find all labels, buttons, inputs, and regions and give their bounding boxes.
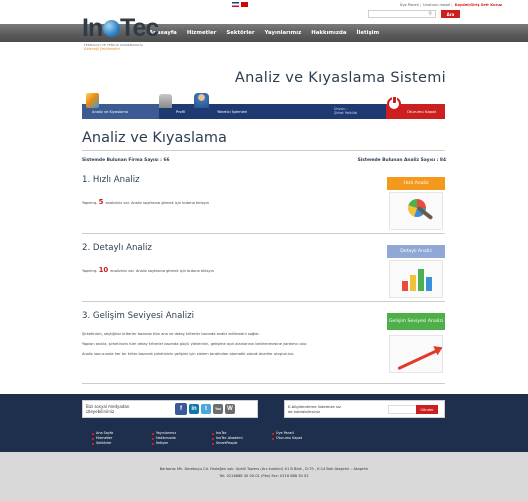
section-description-line: Yapılan analiz, şirketinizin tüm detay k… — [82, 342, 308, 346]
firm-count: Sistemde Bulunan Firma Sayısı : 66 — [82, 158, 170, 163]
top-links: Üye Paneli| Unutunu mosel| Kaydet/Giriş … — [399, 3, 502, 7]
main-nav: Anasayfa Hizmetler Sektörler Yayınlarımı… — [0, 24, 528, 42]
facebook-icon[interactable]: f — [175, 403, 187, 415]
analysis-count-value: 5 — [98, 198, 104, 206]
footer-link[interactable]: Sektörler — [92, 441, 152, 446]
development-analysis-section: 3. Gelişim Seviyesi Analizi Şirketinizin… — [82, 308, 445, 384]
footer-link[interactable]: İletişim — [152, 441, 212, 446]
section-description-line: Analiz sonucunda her bir kriter bazında … — [82, 352, 295, 356]
logo-tagline: Geleceği Şekillendirir — [84, 47, 120, 51]
analysis-chart-icon — [86, 93, 99, 108]
detailed-analysis-button[interactable]: Detaylı Analiz — [387, 245, 445, 258]
nav-item-about[interactable]: Hakkımızda — [311, 30, 346, 36]
detailed-analysis-section: 2. Detaylı Analiz Yapılmış 10 analiziniz v… — [82, 240, 445, 302]
power-icon[interactable] — [387, 96, 401, 111]
wordpress-icon[interactable]: W — [225, 404, 235, 414]
search-input[interactable]: ⚲ — [368, 10, 436, 18]
footer-link[interactable]: SmartPeople — [212, 441, 272, 446]
user-info: Ünvan : Şirket Yetkilisi — [334, 107, 357, 116]
nav-item-contact[interactable]: İletişim — [357, 30, 380, 36]
admin-user-icon — [194, 93, 209, 108]
nav-item-services[interactable]: Hizmetler — [187, 30, 217, 36]
english-flag-icon[interactable] — [232, 2, 239, 7]
logo[interactable]: In Tec TEKNOLOJİ VE YENİLİK DANIŞMANLIĞI… — [82, 16, 159, 56]
footer-link[interactable]: Oturumu Kapat — [272, 436, 332, 441]
address-text: Barbaros Mh. Dereboyu Cd. Fesleğen sok. … — [159, 467, 369, 471]
language-flags — [232, 2, 248, 7]
sefr-link[interactable]: Sefr Kuruz — [481, 3, 502, 7]
social-text: Bizi sosyal medyadan izleyebilirsiniz — [86, 404, 130, 414]
nav-item-publications[interactable]: Yayınlarımız — [265, 30, 302, 36]
footer: Bizi sosyal medyadan izleyebilirsiniz f … — [0, 394, 528, 452]
search-button[interactable]: Ara — [441, 10, 460, 18]
newsletter-submit-button[interactable]: Gönder — [416, 405, 438, 414]
divider — [82, 150, 445, 151]
system-title: Analiz ve Kıyaslama Sistemi — [234, 70, 446, 86]
turkish-flag-icon[interactable] — [241, 2, 248, 7]
nav-item-sectors[interactable]: Sektörler — [226, 30, 254, 36]
section-description: Yapılmış 10 analiziniz var. Analiz sayfası… — [82, 266, 214, 274]
trend-arrow-icon — [389, 335, 443, 373]
twitter-icon[interactable]: t — [201, 404, 211, 414]
section-description: Yapılmış 5 analiziniz var. Analiz sayfasın… — [82, 198, 210, 206]
page-title: Analiz ve Kıyaslama — [82, 130, 227, 146]
section-title: 3. Gelişim Seviyesi Analizi — [82, 311, 195, 321]
bar-chart-icon — [389, 260, 443, 298]
section-title: 1. Hızlı Analiz — [82, 175, 140, 185]
pie-chart-magnifier-icon — [389, 192, 443, 230]
analysis-count-value: 10 — [98, 266, 109, 274]
address-bar: Barbaros Mh. Dereboyu Cd. Fesleğen sok. … — [0, 452, 528, 501]
globe-icon — [103, 20, 120, 37]
register-login-link[interactable]: Kaydet/Giriş — [455, 3, 480, 7]
newsletter-text: E-bilgilendirme listemize siz de katılab… — [288, 404, 341, 414]
logo-text: In Tec — [82, 14, 159, 42]
quick-analysis-button[interactable]: Hızlı Analiz — [387, 177, 445, 190]
footer-links: Ana Sayfa Hizmetler Sektörler Yayınlarım… — [92, 431, 332, 446]
user-role-value: Şirket Yetkilisi — [334, 111, 358, 116]
profile-icon — [159, 94, 172, 108]
forgot-link[interactable]: Unutunu mosel — [423, 3, 450, 7]
member-panel-link[interactable]: Üye Paneli — [400, 3, 419, 7]
social-icons: f in t You W — [175, 403, 235, 415]
social-box: Bizi sosyal medyadan izleyebilirsiniz f … — [82, 400, 258, 418]
search-icon: ⚲ — [428, 11, 432, 17]
phone-text: Tel: 0216688 30 00-01 (Pbx) Fax: 0216 68… — [219, 474, 309, 478]
development-analysis-button[interactable]: Gelişim Seviyesi Analizi — [387, 313, 445, 330]
linkedin-icon[interactable]: in — [189, 404, 199, 414]
quick-analysis-section: 1. Hızlı Analiz Yapılmış 5 analiziniz var.… — [82, 172, 445, 234]
youtube-icon[interactable]: You — [213, 404, 223, 414]
analysis-count: Sistemde Bulunan Analiz Sayısı : 84 — [357, 158, 446, 163]
newsletter-box: E-bilgilendirme listemize siz de katılab… — [284, 400, 445, 418]
section-title: 2. Detaylı Analiz — [82, 243, 152, 253]
section-description-line: Şirketinizin, seçtiğiniz kriterler bazın… — [82, 332, 260, 336]
